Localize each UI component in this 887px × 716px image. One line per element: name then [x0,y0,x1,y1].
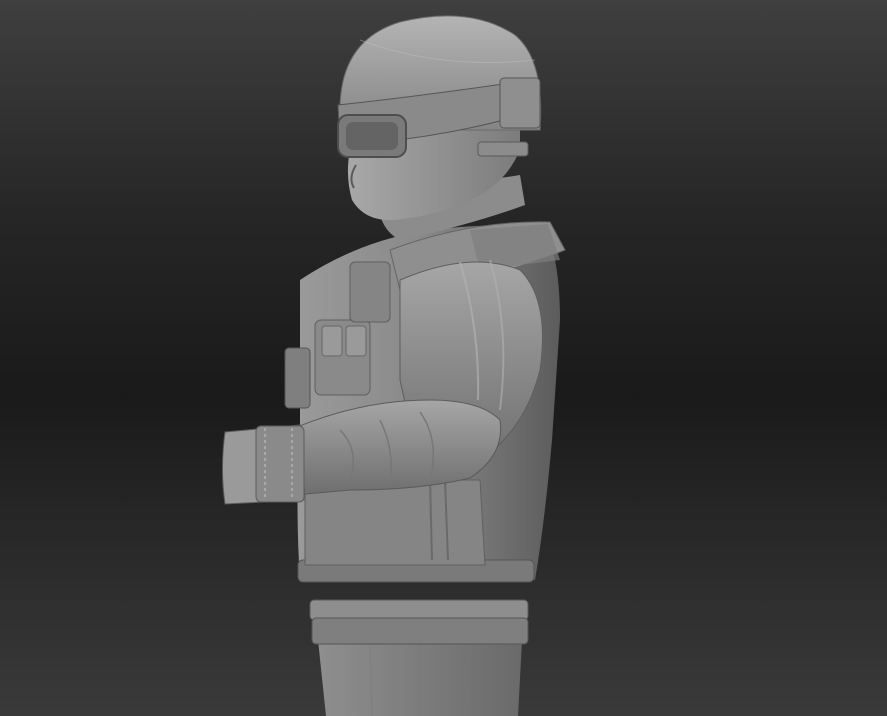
trousers [318,639,522,716]
sculpt-viewport[interactable] [0,0,887,716]
sculpt-model [222,15,566,716]
sleeve-cuff [222,424,306,505]
belt [309,599,529,645]
